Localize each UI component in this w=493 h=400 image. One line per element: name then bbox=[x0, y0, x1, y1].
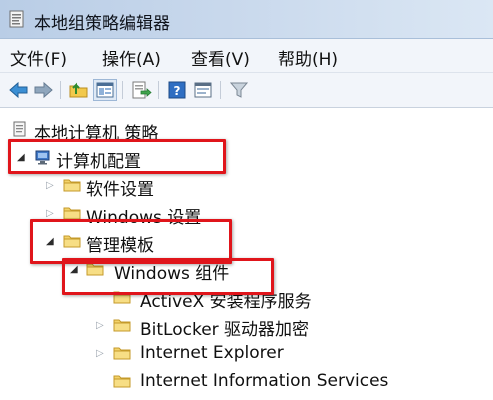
toolbar-separator bbox=[60, 81, 61, 99]
filter-icon[interactable] bbox=[228, 80, 250, 100]
tree-item-internet-explorer[interactable]: ▷ Internet Explorer bbox=[0, 342, 400, 368]
tree-label: Internet Information Services bbox=[140, 371, 389, 391]
collapsed-arrow-icon[interactable]: ▷ bbox=[46, 209, 54, 219]
menu-view[interactable]: 查看(V) bbox=[191, 45, 250, 70]
folder-icon bbox=[113, 317, 131, 333]
tree-label: Internet Explorer bbox=[140, 343, 284, 363]
folder-icon bbox=[113, 373, 131, 389]
window-title: 本地组策略编辑器 bbox=[34, 14, 170, 34]
toolbar-separator bbox=[158, 81, 159, 99]
forward-icon[interactable] bbox=[32, 80, 54, 100]
menu-file[interactable]: 文件(F) bbox=[10, 45, 67, 70]
highlight-box-computer-configuration bbox=[8, 139, 226, 174]
folder-icon bbox=[113, 345, 131, 361]
menu-bar: 文件(F) 操作(A) 查看(V) 帮助(H) bbox=[0, 39, 493, 73]
show-hide-tree-icon[interactable] bbox=[93, 79, 117, 101]
collapsed-arrow-icon[interactable]: ▷ bbox=[96, 321, 104, 331]
help-icon[interactable]: ? bbox=[166, 80, 188, 100]
collapsed-arrow-icon[interactable]: ▷ bbox=[46, 181, 54, 191]
properties-icon[interactable] bbox=[192, 80, 214, 100]
tree-item-software-settings[interactable]: ▷ 软件设置 bbox=[0, 174, 260, 200]
policy-editor-icon bbox=[9, 10, 25, 28]
collapsed-arrow-icon[interactable]: ▷ bbox=[96, 349, 104, 359]
toolbar: ? bbox=[0, 73, 493, 108]
tree-label: 软件设置 bbox=[86, 180, 154, 200]
policy-document-icon bbox=[11, 121, 29, 137]
toolbar-separator bbox=[122, 81, 123, 99]
tree-item-bitlocker[interactable]: ▷ BitLocker 驱动器加密 bbox=[0, 314, 400, 340]
tree-item-iis[interactable]: Internet Information Services bbox=[0, 370, 480, 396]
menu-action[interactable]: 操作(A) bbox=[102, 45, 161, 70]
svg-text:?: ? bbox=[174, 84, 181, 98]
export-list-icon[interactable] bbox=[130, 80, 152, 100]
title-bar: 本地组策略编辑器 bbox=[0, 0, 493, 39]
tree-label: BitLocker 驱动器加密 bbox=[140, 320, 310, 340]
highlight-box-windows-components bbox=[62, 258, 274, 295]
toolbar-separator bbox=[220, 81, 221, 99]
menu-help[interactable]: 帮助(H) bbox=[278, 45, 338, 70]
up-folder-icon[interactable] bbox=[68, 80, 90, 100]
back-icon[interactable] bbox=[8, 80, 30, 100]
folder-icon bbox=[63, 177, 81, 193]
